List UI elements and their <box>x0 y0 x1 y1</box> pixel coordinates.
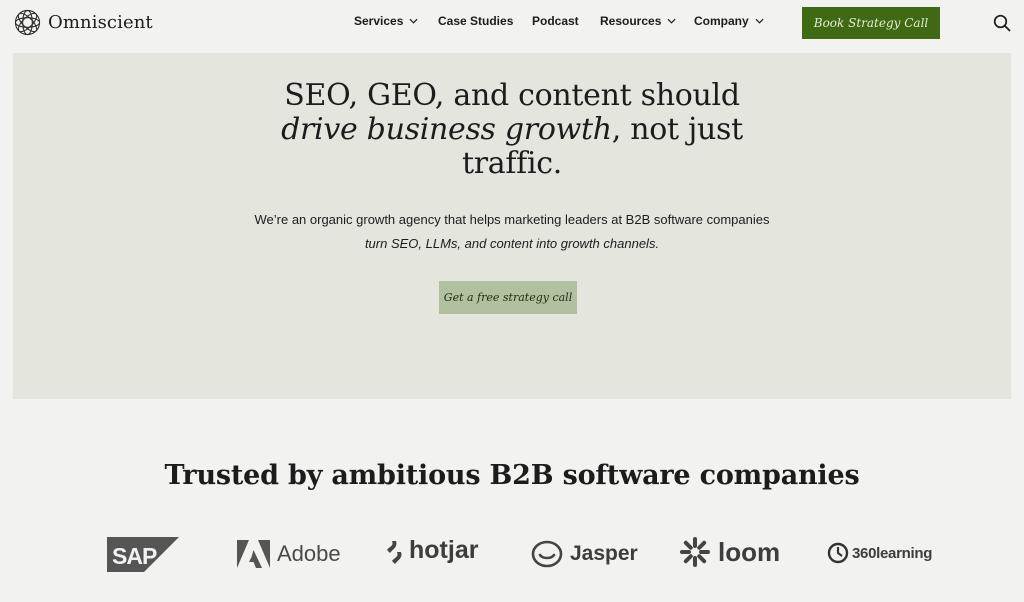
nav-item-label: Services <box>354 14 404 28</box>
free-strategy-call-button[interactable]: Get a free strategy call <box>439 281 577 314</box>
adobe-logo: Adobe <box>237 540 341 568</box>
hero-subtitle: We’re an organic growth agency that help… <box>13 208 1011 256</box>
sap-logo: SAP <box>107 537 186 572</box>
nav-item-label: Resources <box>600 14 662 28</box>
jasper-logo-text: Jasper <box>570 542 638 565</box>
brand-name: Omniscient <box>48 12 153 33</box>
360learning-logo: 360learning <box>827 542 932 564</box>
hero-title-after-italic: , not just <box>611 112 743 147</box>
360learning-logo-text: 360learning <box>852 544 933 562</box>
hero-subtitle-italic: turn SEO, LLMs, and content into growth … <box>364 236 660 251</box>
hero-title: SEO, GEO, and content should drive busin… <box>13 79 1011 181</box>
nav-item-case-studies[interactable]: Case Studies <box>438 14 513 28</box>
hotjar-logo: hotjar <box>384 536 478 565</box>
nav-item-resources[interactable]: Resources <box>600 14 676 28</box>
trusted-heading: Trusted by ambitious B2B software compan… <box>164 460 860 491</box>
loom-logo-text: loom <box>718 536 781 567</box>
hotjar-icon <box>387 540 402 564</box>
hero-title-line3: traffic. <box>461 146 563 181</box>
hero-title-italic: drive business growth <box>281 112 612 147</box>
omniscient-logo-icon <box>14 9 41 36</box>
sap-logo-text: SAP <box>112 543 157 569</box>
jasper-logo: Jasper <box>531 540 638 568</box>
nav-item-podcast[interactable]: Podcast <box>532 14 579 28</box>
chevron-down-icon <box>667 18 676 24</box>
hero-title-line1: SEO, GEO, and content should <box>284 78 740 113</box>
jasper-icon <box>531 540 563 568</box>
chevron-down-icon <box>409 18 418 24</box>
sap-logo-icon: SAP <box>107 537 179 572</box>
nav-item-label: Company <box>694 14 749 28</box>
hero-subtitle-text: We’re an organic growth agency that help… <box>254 212 770 227</box>
brand-logo-link[interactable]: Omniscient <box>14 9 153 36</box>
adobe-logo-text: Adobe <box>277 541 341 566</box>
adobe-icon <box>237 540 270 568</box>
book-strategy-call-button[interactable]: Book Strategy Call <box>802 7 940 39</box>
chevron-down-icon <box>755 18 764 24</box>
top-nav: Omniscient Services Case Studies Podcast… <box>0 0 1024 46</box>
nav-item-services[interactable]: Services <box>354 14 418 28</box>
nav-item-label: Podcast <box>532 14 579 28</box>
nav-item-label: Case Studies <box>438 14 514 28</box>
loom-icon <box>680 537 710 567</box>
nav-item-company[interactable]: Company <box>694 14 764 28</box>
360learning-icon <box>827 542 849 564</box>
search-icon[interactable] <box>993 14 1011 32</box>
hero-section: SEO, GEO, and content should drive busin… <box>13 53 1011 399</box>
loom-logo: loom <box>679 536 780 568</box>
hotjar-logo-text: hotjar <box>409 536 479 564</box>
